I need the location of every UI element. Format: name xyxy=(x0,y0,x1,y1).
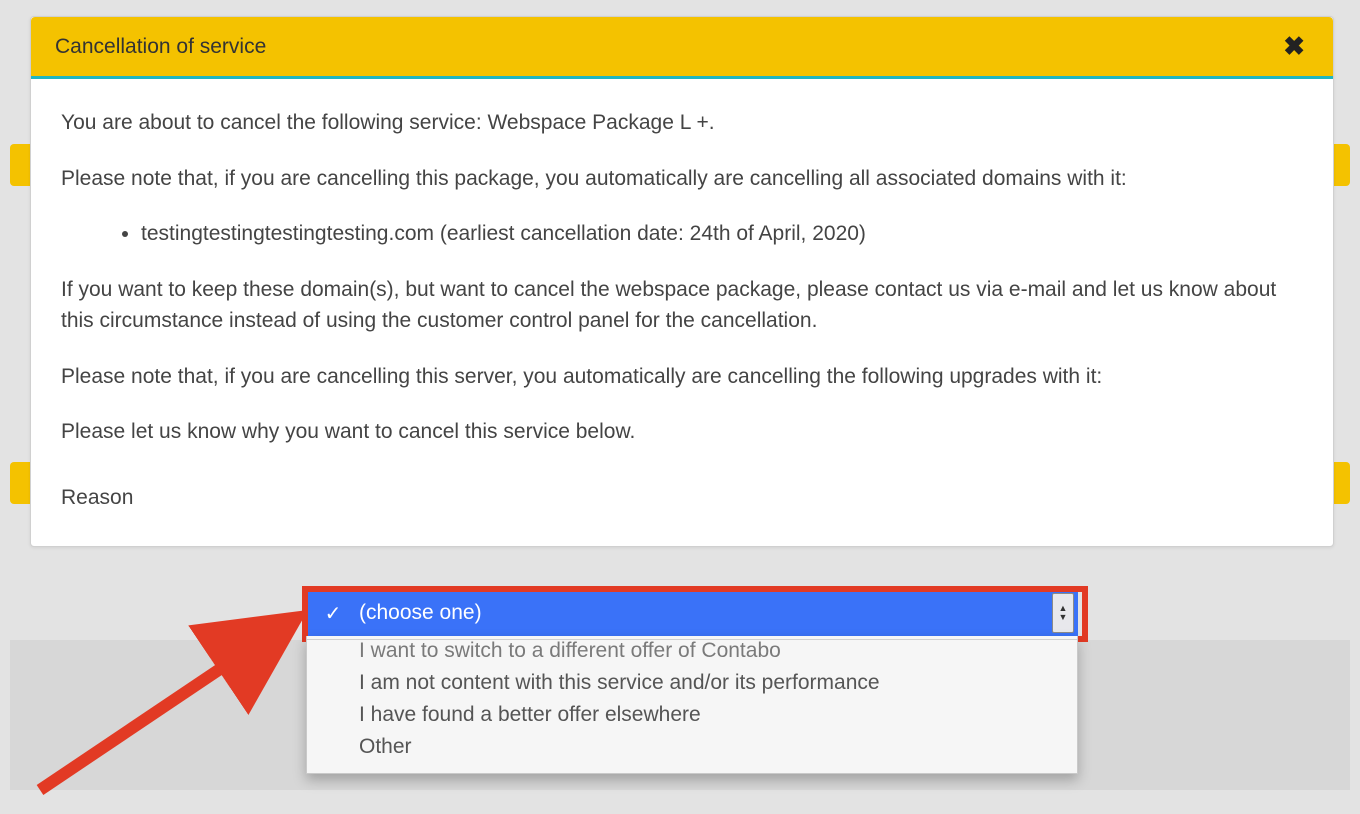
domain-list: testingtestingtestingtesting.com (earlie… xyxy=(61,218,1303,250)
reason-select-value: (choose one) xyxy=(359,601,1052,625)
upgrades-note: Please note that, if you are cancelling … xyxy=(61,361,1303,393)
dialog-title: Cancellation of service xyxy=(55,35,1279,59)
cancellation-dialog: Cancellation of service ✖ You are about … xyxy=(30,16,1334,547)
reason-prompt: Please let us know why you want to cance… xyxy=(61,416,1303,448)
reason-label: Reason xyxy=(61,472,329,514)
reason-select-container: ✓ (choose one) ▲▼ I want to switch to a … xyxy=(306,590,1086,636)
reason-option[interactable]: I want to switch to a different offer of… xyxy=(307,639,1077,667)
reason-option[interactable]: I have found a better offer elsewhere xyxy=(307,699,1077,731)
reason-option[interactable]: I am not content with this service and/o… xyxy=(307,667,1077,699)
dialog-header: Cancellation of service ✖ xyxy=(31,17,1333,79)
select-stepper-icon: ▲▼ xyxy=(1052,593,1074,633)
reason-select[interactable]: ✓ (choose one) ▲▼ xyxy=(306,590,1078,636)
intro-text: You are about to cancel the following se… xyxy=(61,107,1303,139)
domain-list-item: testingtestingtestingtesting.com (earlie… xyxy=(141,218,1303,250)
check-icon: ✓ xyxy=(307,601,359,626)
reason-row: Reason xyxy=(61,472,1303,516)
reason-select-dropdown: I want to switch to a different offer of… xyxy=(306,636,1078,774)
reason-option[interactable]: Other xyxy=(307,731,1077,763)
dialog-body: You are about to cancel the following se… xyxy=(31,79,1333,546)
close-icon[interactable]: ✖ xyxy=(1279,31,1309,62)
domains-note: Please note that, if you are cancelling … xyxy=(61,163,1303,195)
keep-domains-note: If you want to keep these domain(s), but… xyxy=(61,274,1303,337)
app-canvas: Cancellation of service ✖ You are about … xyxy=(0,0,1360,814)
